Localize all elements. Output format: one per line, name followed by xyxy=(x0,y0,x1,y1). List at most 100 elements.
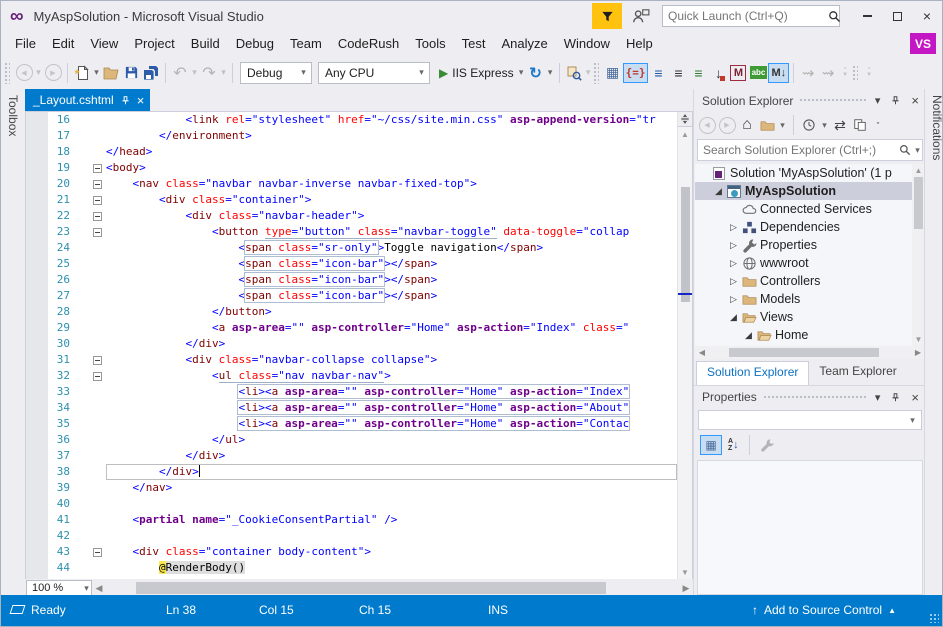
menu-build[interactable]: Build xyxy=(183,33,228,54)
new-file-button[interactable] xyxy=(72,62,92,84)
minimize-button[interactable] xyxy=(852,3,882,29)
undo-dropdown[interactable]: ▾ xyxy=(190,67,199,78)
tab-solution-explorer[interactable]: Solution Explorer xyxy=(696,361,809,385)
menu-project[interactable]: Project xyxy=(126,33,182,54)
find-in-files-button[interactable] xyxy=(564,62,584,84)
code-line[interactable]: 25 <span class="icon-bar"></span> xyxy=(26,256,677,272)
split-editor-handle[interactable] xyxy=(678,112,692,127)
navigate-forward-button[interactable]: ▶ xyxy=(43,62,63,84)
markdown-button[interactable]: M xyxy=(728,62,748,84)
scrollbar-thumb[interactable] xyxy=(136,582,606,594)
menu-team[interactable]: Team xyxy=(282,33,330,54)
code-line[interactable]: 44 @RenderBody() xyxy=(26,560,677,576)
expand-selection-button[interactable]: ''▼ xyxy=(838,68,852,78)
code-line[interactable]: 21 <div class="container"> xyxy=(26,192,677,208)
pin-icon[interactable] xyxy=(887,392,904,403)
code-line[interactable]: 23 <button type="button" class="navbar-t… xyxy=(26,224,677,240)
solution-explorer-header[interactable]: Solution Explorer ▾ × xyxy=(694,89,926,112)
toolbar-grip[interactable] xyxy=(593,62,599,84)
menu-view[interactable]: View xyxy=(82,33,126,54)
add-to-source-control-button[interactable]: ↑ Add to Source Control ▲ xyxy=(752,603,896,617)
menu-tools[interactable]: Tools xyxy=(407,33,453,54)
browse-with-button[interactable]: ▦ xyxy=(603,62,623,84)
pending-changes-filter-button[interactable] xyxy=(800,115,818,135)
close-icon[interactable]: × xyxy=(908,93,922,108)
fold-collapse-icon[interactable] xyxy=(93,164,102,173)
code-line[interactable]: 34 <li><a asp-area="" asp-controller="Ho… xyxy=(26,400,677,416)
fold-collapse-icon[interactable] xyxy=(93,180,102,189)
window-position-dropdown[interactable]: ▾ xyxy=(872,391,884,404)
code-line[interactable]: 18</head> xyxy=(26,144,677,160)
tree-item-home[interactable]: ◢Home xyxy=(695,326,925,344)
menu-file[interactable]: File xyxy=(7,33,44,54)
scroll-right-icon[interactable]: ▶ xyxy=(911,348,925,357)
code-line[interactable]: 28 </button> xyxy=(26,304,677,320)
scroll-left-icon[interactable]: ◀ xyxy=(695,348,709,357)
code-line[interactable]: 17 </environment> xyxy=(26,128,677,144)
navigate-back-button[interactable]: ◀ xyxy=(14,62,34,84)
scroll-right-icon[interactable]: ▶ xyxy=(679,583,693,594)
save-all-button[interactable] xyxy=(141,62,161,84)
fold-collapse-icon[interactable] xyxy=(93,196,102,205)
pin-icon[interactable] xyxy=(887,95,904,106)
home-icon[interactable]: ⌂ xyxy=(738,115,756,135)
code-line[interactable]: 43 <div class="container body-content"> xyxy=(26,544,677,560)
spell-check-button[interactable]: abc xyxy=(748,62,768,84)
undo-button[interactable]: ↶ xyxy=(170,62,190,84)
scroll-up-icon[interactable]: ▲ xyxy=(678,130,692,139)
alphabetical-sort-button[interactable]: AZ↓ xyxy=(726,435,741,455)
code-line[interactable]: 26 <span class="icon-bar"></span> xyxy=(26,272,677,288)
fold-collapse-icon[interactable] xyxy=(93,228,102,237)
notifications-tab[interactable]: Notifications xyxy=(924,89,942,597)
switch-views-button[interactable] xyxy=(758,115,776,135)
tree-caret[interactable]: ▷ xyxy=(727,294,740,305)
tree-item-properties[interactable]: ▷Properties xyxy=(695,236,925,254)
se-back-button[interactable]: ◀ xyxy=(698,115,716,135)
code-line[interactable]: 29 <a asp-area="" asp-controller="Home" … xyxy=(26,320,677,336)
coderush-action2-button[interactable]: ⇝ xyxy=(818,62,838,84)
property-pages-button[interactable] xyxy=(758,435,776,455)
import-button[interactable]: ↓ xyxy=(708,62,728,84)
find-dropdown[interactable]: ▾ xyxy=(584,67,593,78)
code-line[interactable]: 22 <div class="navbar-header"> xyxy=(26,208,677,224)
properties-object-dropdown[interactable]: ▾ xyxy=(698,410,922,430)
list-format-button[interactable]: ≡ xyxy=(688,62,708,84)
feedback-icon[interactable] xyxy=(632,7,650,25)
sync-with-active-document-button[interactable]: ⇄ xyxy=(831,115,849,135)
code-line[interactable]: 36 </ul> xyxy=(26,432,677,448)
code-line[interactable]: 41 <partial name="_CookieConsentPartial"… xyxy=(26,512,677,528)
format-document-toggle[interactable]: {=} xyxy=(623,63,649,83)
code-line[interactable]: 40 xyxy=(26,496,677,512)
tree-horizontal-scrollbar[interactable]: ◀ ▶ xyxy=(695,346,925,359)
code-line[interactable]: 39 </nav> xyxy=(26,480,677,496)
show-all-files-button[interactable] xyxy=(851,115,869,135)
switch-views-dropdown[interactable]: ▾ xyxy=(778,120,787,131)
solution-search-box[interactable]: ▾ xyxy=(697,139,923,161)
markdown-preview-toggle[interactable]: M↓ xyxy=(768,63,789,83)
code-line[interactable]: 38 </div> xyxy=(26,464,677,480)
toolbar-grip[interactable] xyxy=(852,65,858,81)
fold-collapse-icon[interactable] xyxy=(93,372,102,381)
tree-caret[interactable]: ▷ xyxy=(727,276,740,287)
tab-team-explorer[interactable]: Team Explorer xyxy=(809,361,906,385)
reduce-selection-button[interactable]: ''▼ xyxy=(862,68,876,78)
code-line[interactable]: 24 <span class="sr-only">Toggle navigati… xyxy=(26,240,677,256)
code-line[interactable]: 33 <li><a asp-area="" asp-controller="Ho… xyxy=(26,384,677,400)
menu-test[interactable]: Test xyxy=(454,33,494,54)
tree-item-controllers[interactable]: ▷Controllers xyxy=(695,272,925,290)
back-dropdown[interactable]: ▾ xyxy=(34,67,43,78)
code-line[interactable]: 42 xyxy=(26,528,677,544)
code-line[interactable]: 31 <div class="navbar-collapse collapse"… xyxy=(26,352,677,368)
tree-caret[interactable]: ▷ xyxy=(727,222,740,233)
redo-dropdown[interactable]: ▾ xyxy=(219,67,228,78)
menu-window[interactable]: Window xyxy=(556,33,618,54)
tree-item-wwwroot[interactable]: ▷wwwroot xyxy=(695,254,925,272)
tree-item-myaspsolution[interactable]: ◢MyAspSolution xyxy=(695,182,925,200)
solution-configurations-dropdown[interactable]: Debug▾ xyxy=(240,62,312,84)
menu-analyze[interactable]: Analyze xyxy=(493,33,555,54)
scroll-left-icon[interactable]: ◀ xyxy=(92,583,106,594)
editor-horizontal-scrollbar[interactable] xyxy=(108,580,677,596)
scrollbar-thumb[interactable] xyxy=(914,177,923,229)
properties-header[interactable]: Properties ▾ × xyxy=(694,385,926,408)
close-button[interactable]: × xyxy=(912,3,942,29)
